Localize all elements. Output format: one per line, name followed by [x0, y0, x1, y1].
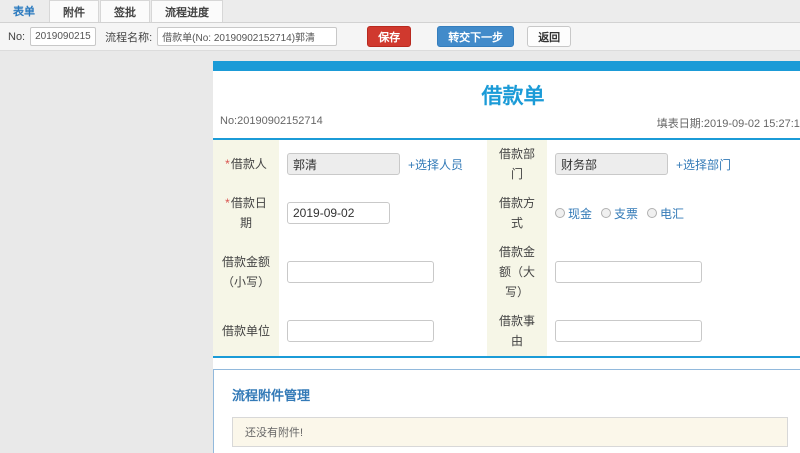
loan-method-options: 现金 支票 电汇	[547, 188, 800, 238]
attachment-card: 流程附件管理 还没有附件! 上传附件	[213, 368, 800, 453]
loan-method-label: 借款方式	[487, 188, 547, 238]
loan-form-table: *借款人 +选择人员 借款部门 +选择部门 *借款日期 借款方式 现金 支票	[213, 138, 800, 358]
department-label: 借款部门	[487, 140, 547, 189]
tab-approval[interactable]: 签批	[100, 0, 150, 22]
forward-next-step-button[interactable]: 转交下一步	[437, 26, 515, 47]
fill-date: 填表日期:2019-09-02 15:27:14	[656, 118, 800, 130]
borrower-input[interactable]	[287, 153, 400, 176]
required-mark: *	[225, 195, 230, 210]
borrower-label: *借款人	[213, 140, 279, 189]
radio-circle-icon	[555, 208, 565, 219]
loan-unit-label: 借款单位	[213, 306, 279, 356]
amount-uppercase-label: 借款金额（大写）	[487, 237, 547, 307]
radio-circle-icon	[601, 208, 612, 219]
loan-reason-label: 借款事由	[487, 306, 547, 356]
tab-bar: 表单 附件 签批 流程进度	[0, 0, 800, 23]
amount-uppercase-input[interactable]	[555, 261, 702, 284]
no-input[interactable]	[30, 27, 97, 46]
panel-accent-bar	[213, 61, 800, 71]
loan-unit-input[interactable]	[287, 320, 434, 343]
command-bar: No: 流程名称: 保存 转交下一步 返回	[0, 23, 800, 51]
select-department-link[interactable]: +选择部门	[676, 156, 731, 173]
loan-reason-input[interactable]	[555, 320, 702, 343]
process-name-input[interactable]	[157, 27, 338, 46]
page-title: 借款单	[481, 85, 545, 108]
no-label: No:	[8, 30, 26, 43]
loan-date-input[interactable]	[287, 202, 390, 225]
amount-lowercase-input[interactable]	[287, 261, 434, 284]
document-number: No:20190902152714	[220, 115, 323, 127]
required-mark: *	[225, 157, 230, 172]
select-person-link[interactable]: +选择人员	[408, 156, 463, 173]
back-button[interactable]: 返回	[527, 26, 572, 47]
amount-lowercase-label: 借款金额（小写）	[213, 237, 279, 307]
radio-cheque[interactable]: 支票	[601, 205, 638, 222]
tab-attachments[interactable]: 附件	[49, 0, 99, 22]
tab-progress[interactable]: 流程进度	[151, 0, 223, 22]
no-attachment-message: 还没有附件!	[232, 416, 788, 447]
attachment-header: 流程附件管理	[232, 387, 311, 403]
form-panel: 借款单 No:20190902152714 填表日期:2019-09-02 15…	[213, 61, 800, 453]
radio-wire-transfer[interactable]: 电汇	[647, 205, 684, 222]
content-area: 借款单 No:20190902152714 填表日期:2019-09-02 15…	[0, 51, 800, 453]
save-button[interactable]: 保存	[367, 26, 412, 47]
radio-cash[interactable]: 现金	[555, 205, 592, 222]
loan-date-label: *借款日期	[213, 188, 279, 238]
radio-circle-icon	[647, 208, 658, 219]
document-meta: No:20190902152714 填表日期:2019-09-02 15:27:…	[213, 115, 800, 138]
department-input[interactable]	[555, 153, 668, 176]
tab-form[interactable]: 表单	[0, 0, 48, 22]
process-name-label: 流程名称:	[105, 31, 153, 44]
